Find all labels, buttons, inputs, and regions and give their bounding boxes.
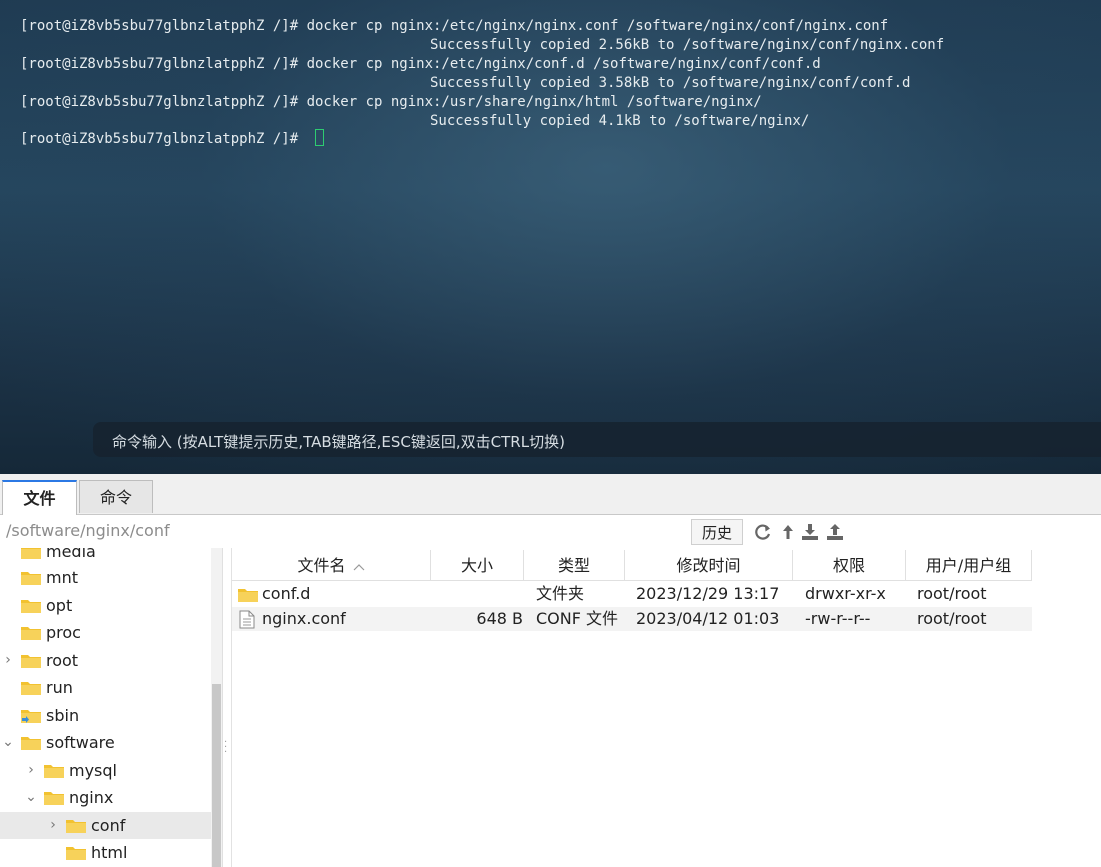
terminal-output-line: Successfully copied 4.1kB to /software/n… bbox=[430, 113, 810, 129]
folder-icon bbox=[21, 682, 41, 695]
chevron-right-icon[interactable]: › bbox=[2, 647, 14, 674]
refresh-icon[interactable] bbox=[753, 522, 773, 542]
command-input-bar[interactable]: 命令输入 (按ALT键提示历史,TAB键路径,ESC键返回,双击CTRL切换) bbox=[93, 422, 1101, 457]
tree-item-label: opt bbox=[46, 596, 73, 615]
folder-icon bbox=[66, 847, 86, 860]
path-input[interactable]: /software/nginx/conf bbox=[6, 521, 170, 540]
tree-item-label: mysql bbox=[69, 761, 117, 780]
terminal-line: [root@iZ8vb5sbu77glbnzlatpphZ /]# docker… bbox=[20, 18, 889, 34]
tree-item-sbin[interactable]: sbin bbox=[0, 702, 211, 729]
tree-item-label: conf bbox=[91, 816, 126, 835]
column-header-modified[interactable]: 修改时间 bbox=[625, 550, 793, 581]
bottom-tab-bar: 文件 命令 bbox=[0, 474, 1101, 515]
sort-ascending-icon bbox=[353, 564, 364, 571]
scrollbar-thumb[interactable] bbox=[212, 684, 221, 867]
up-arrow-icon[interactable] bbox=[778, 522, 798, 542]
file-modified: 2023/04/12 01:03 bbox=[636, 609, 780, 628]
column-header-label: 文件名 bbox=[297, 556, 346, 575]
chevron-down-icon[interactable]: ⌄ bbox=[2, 729, 14, 756]
file-name: conf.d bbox=[262, 584, 311, 603]
directory-tree: media mnt opt proc › root run sbin ⌄ sof… bbox=[0, 548, 211, 867]
tree-item-html[interactable]: html bbox=[0, 839, 211, 866]
folder-link-icon bbox=[21, 710, 41, 723]
chevron-right-icon[interactable]: › bbox=[25, 757, 37, 784]
folder-icon bbox=[21, 627, 41, 640]
table-row[interactable]: nginx.conf 648 B CONF 文件 2023/04/12 01:0… bbox=[232, 607, 1032, 631]
tree-item-mysql[interactable]: › mysql bbox=[0, 757, 211, 784]
terminal-output-line: Successfully copied 3.58kB to /software/… bbox=[430, 75, 911, 91]
folder-icon bbox=[21, 655, 41, 668]
download-icon[interactable] bbox=[800, 522, 820, 542]
pane-splitter[interactable] bbox=[222, 548, 231, 867]
folder-icon bbox=[44, 765, 64, 778]
upload-icon[interactable] bbox=[825, 522, 845, 542]
file-icon bbox=[239, 610, 255, 629]
command-input-placeholder: 命令输入 (按ALT键提示历史,TAB键路径,ESC键返回,双击CTRL切换) bbox=[112, 433, 565, 451]
tree-item-nginx[interactable]: ⌄ nginx bbox=[0, 784, 211, 811]
tree-item-label: media bbox=[46, 548, 96, 561]
terminal-line: [root@iZ8vb5sbu77glbnzlatpphZ /]# docker… bbox=[20, 56, 821, 72]
tab-files[interactable]: 文件 bbox=[2, 480, 77, 515]
terminal-prompt: [root@iZ8vb5sbu77glbnzlatpphZ /]# bbox=[20, 131, 307, 147]
folder-icon bbox=[21, 600, 41, 613]
file-owner: root/root bbox=[917, 609, 987, 628]
column-header-permissions[interactable]: 权限 bbox=[793, 550, 906, 581]
folder-icon bbox=[44, 792, 64, 805]
tree-item-run[interactable]: run bbox=[0, 674, 211, 701]
file-size bbox=[431, 582, 523, 606]
file-owner: root/root bbox=[917, 584, 987, 603]
folder-icon bbox=[21, 548, 41, 559]
file-size: 648 B bbox=[476, 609, 523, 628]
file-type: CONF 文件 bbox=[536, 609, 619, 628]
tree-item-software[interactable]: ⌄ software bbox=[0, 729, 211, 756]
column-header-owner[interactable]: 用户/用户组 bbox=[906, 550, 1032, 581]
tree-item-label: html bbox=[91, 843, 128, 862]
tree-item-opt[interactable]: opt bbox=[0, 592, 211, 619]
tree-item-label: root bbox=[46, 651, 79, 670]
file-name: nginx.conf bbox=[262, 609, 346, 628]
tree-item-label: mnt bbox=[46, 568, 78, 587]
folder-icon bbox=[21, 737, 41, 750]
terminal-cursor bbox=[315, 129, 324, 146]
splitter-grip-icon[interactable]: · · · bbox=[224, 738, 227, 758]
file-type: 文件夹 bbox=[536, 584, 585, 603]
file-modified: 2023/12/29 13:17 bbox=[636, 584, 780, 603]
chevron-down-icon[interactable]: ⌄ bbox=[25, 784, 37, 811]
table-row[interactable]: conf.d 文件夹 2023/12/29 13:17 drwxr-xr-x r… bbox=[232, 582, 1032, 606]
tree-item-root[interactable]: › root bbox=[0, 647, 211, 674]
tree-item-mnt[interactable]: mnt bbox=[0, 564, 211, 591]
terminal-panel[interactable]: [root@iZ8vb5sbu77glbnzlatpphZ /]# docker… bbox=[0, 0, 1101, 474]
column-header-size[interactable]: 大小 bbox=[431, 550, 524, 581]
file-permissions: drwxr-xr-x bbox=[805, 584, 886, 603]
path-bar: /software/nginx/conf 历史 bbox=[0, 515, 1101, 549]
history-button[interactable]: 历史 bbox=[691, 519, 743, 545]
folder-icon bbox=[21, 572, 41, 585]
column-header-type[interactable]: 类型 bbox=[524, 550, 625, 581]
tree-item-label: run bbox=[46, 678, 73, 697]
terminal-output-line: Successfully copied 2.56kB to /software/… bbox=[430, 37, 945, 53]
file-permissions: -rw-r--r-- bbox=[805, 609, 871, 628]
folder-icon bbox=[238, 589, 258, 602]
chevron-right-icon[interactable]: › bbox=[47, 812, 59, 839]
tree-item-label: proc bbox=[46, 623, 81, 642]
tree-item-label: software bbox=[46, 733, 115, 752]
tree-item-media[interactable]: media bbox=[0, 548, 211, 565]
tree-scrollbar[interactable] bbox=[211, 548, 222, 867]
tree-item-label: nginx bbox=[69, 788, 114, 807]
column-header-name[interactable]: 文件名 bbox=[232, 550, 431, 581]
terminal-line: [root@iZ8vb5sbu77glbnzlatpphZ /]# docker… bbox=[20, 94, 762, 110]
folder-icon bbox=[66, 820, 86, 833]
tree-item-proc[interactable]: proc bbox=[0, 619, 211, 646]
file-table: 文件名 大小 类型 修改时间 权限 用户/用户组 conf.d 文件夹 2023… bbox=[231, 548, 1101, 867]
tree-item-label: sbin bbox=[46, 706, 80, 725]
tab-commands[interactable]: 命令 bbox=[79, 480, 153, 513]
tree-item-conf[interactable]: › conf bbox=[0, 812, 211, 839]
